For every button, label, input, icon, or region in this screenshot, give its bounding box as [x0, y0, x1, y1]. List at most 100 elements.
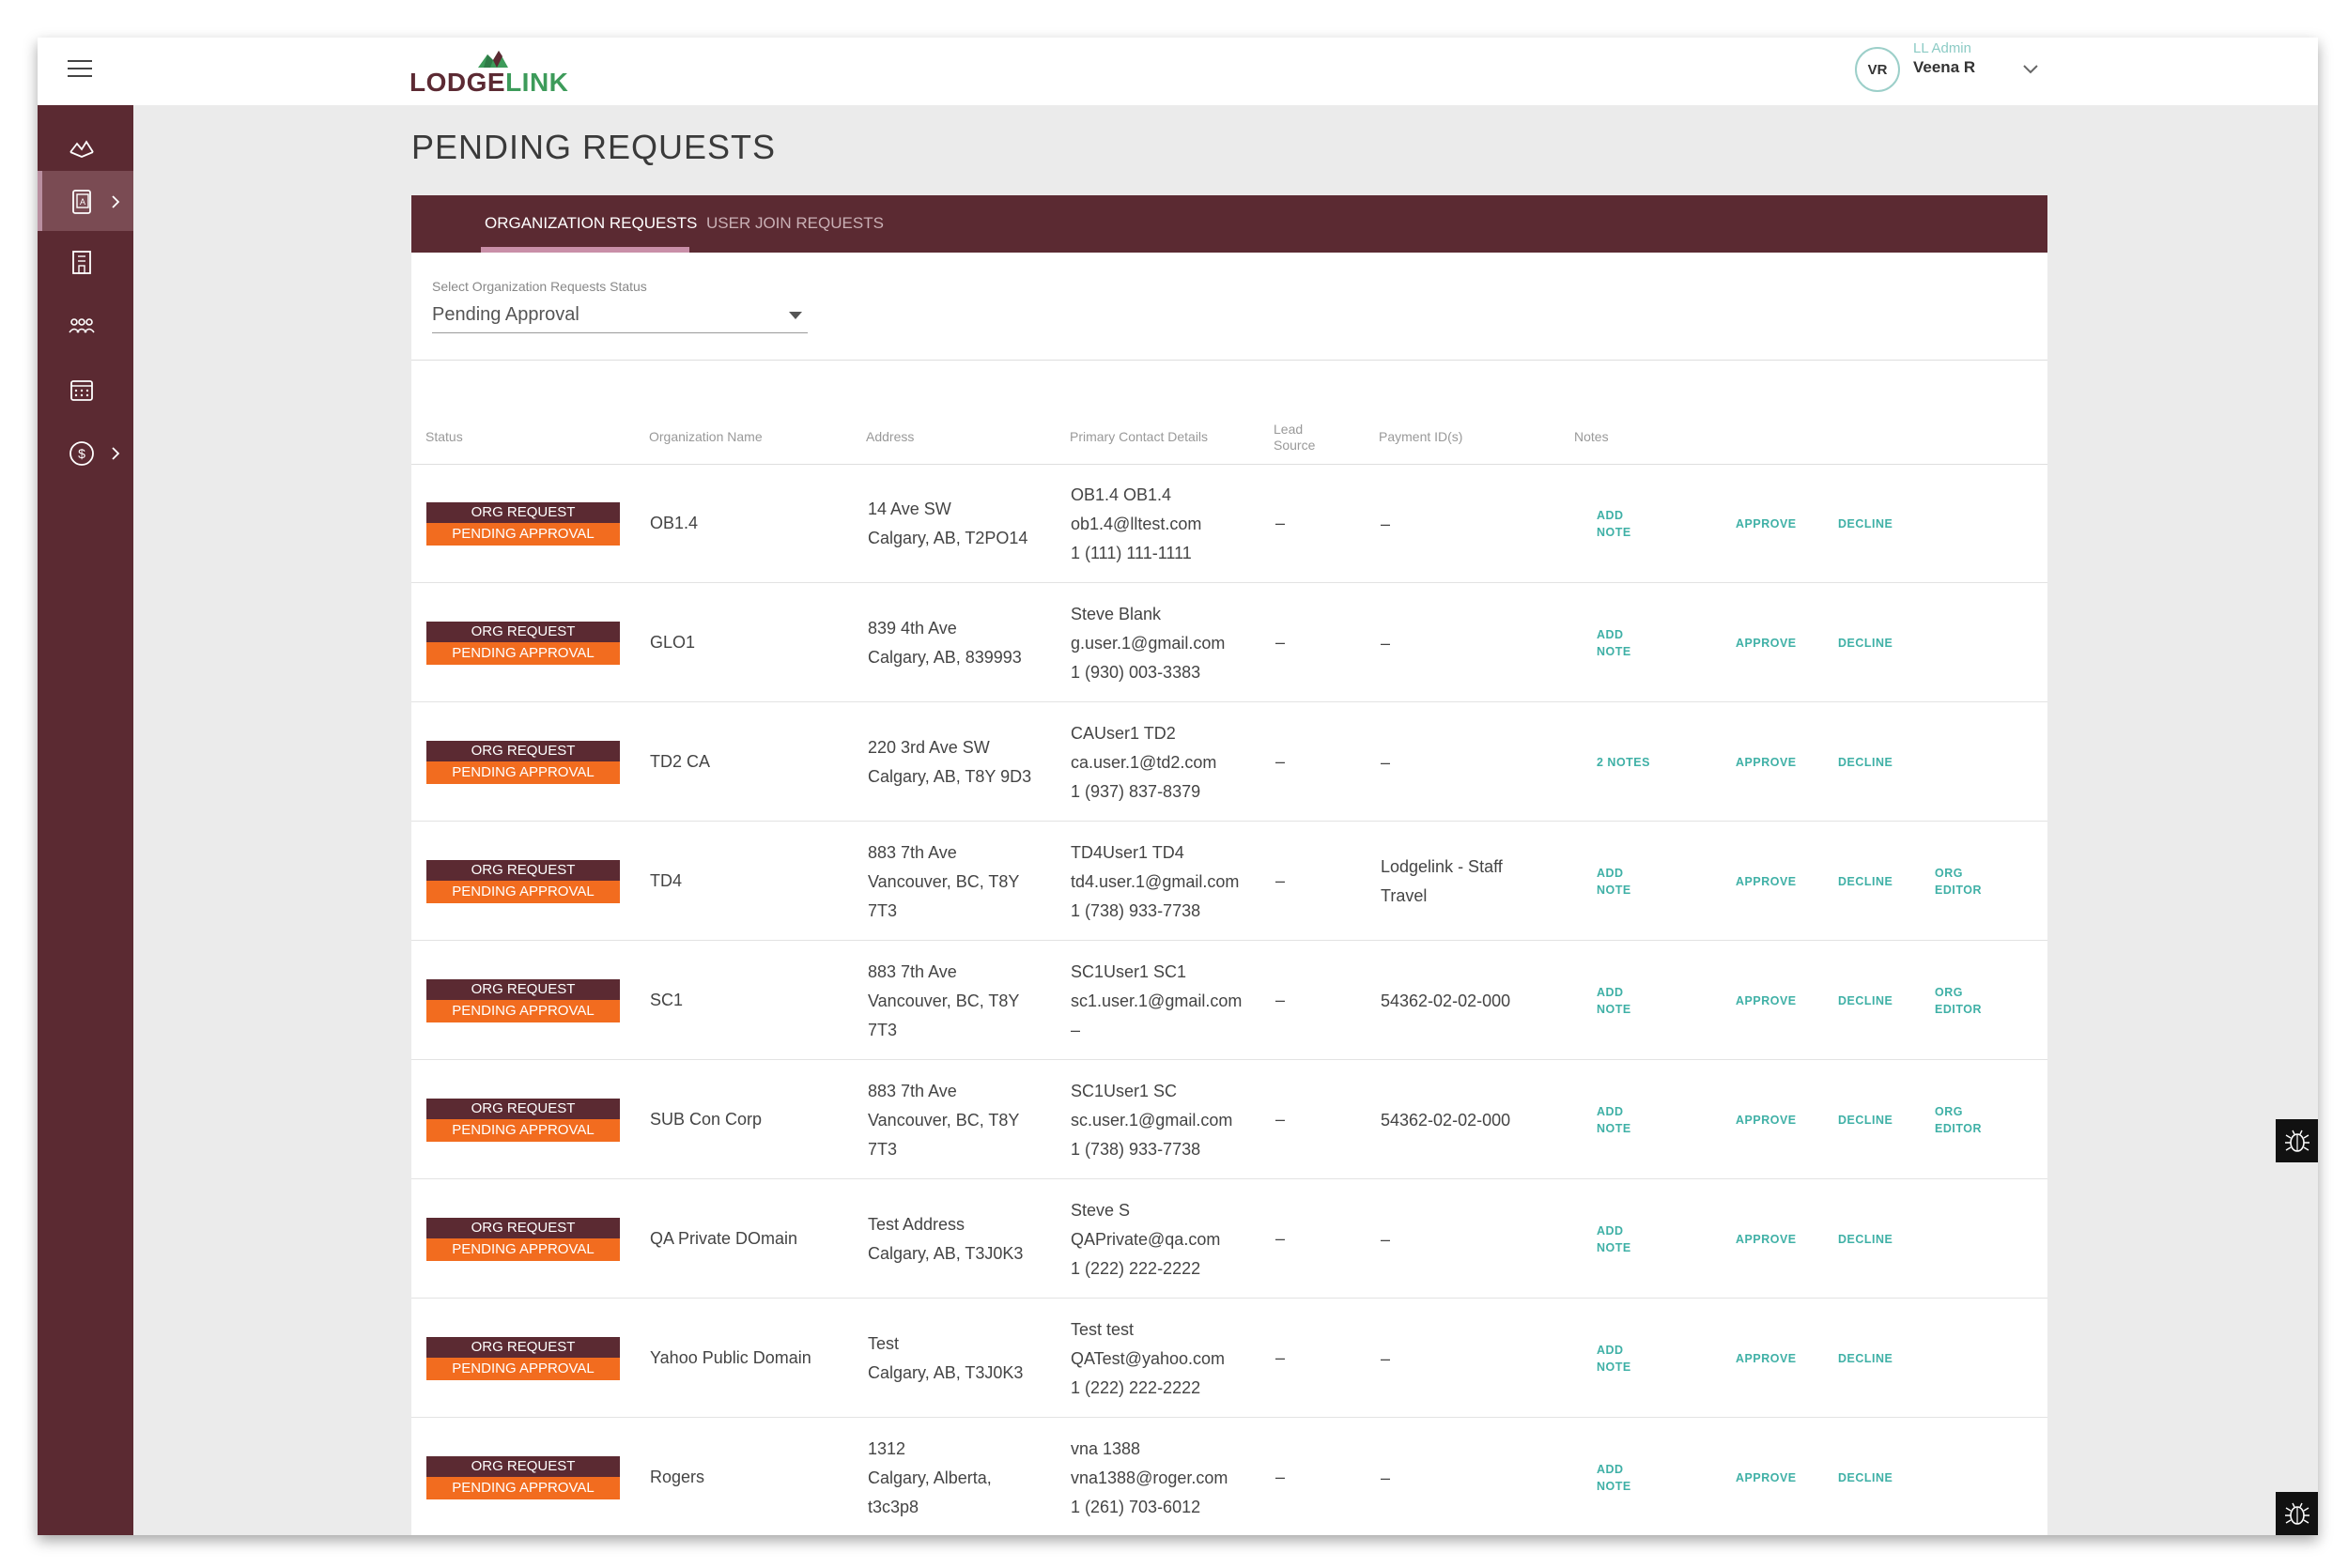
avatar[interactable]: VR [1855, 47, 1900, 92]
lodgelink-logo[interactable]: LODGELINK [409, 47, 568, 100]
status-badge-type: ORG REQUEST [426, 741, 620, 761]
decline-button[interactable]: DECLINE [1838, 873, 1892, 890]
lead-source: – [1275, 991, 1286, 1009]
approve-button[interactable]: APPROVE [1736, 1350, 1797, 1367]
col-header-payment: Payment ID(s) [1379, 429, 1463, 444]
logo-text-lodge: LODGE [409, 68, 506, 97]
org-editor-button[interactable]: ORG EDITOR [1935, 1103, 1982, 1137]
decline-button[interactable]: DECLINE [1838, 1350, 1892, 1367]
address-line: 839 4th Ave [868, 619, 957, 638]
org-name: TD2 CA [650, 752, 711, 771]
tab-user-join-requests[interactable]: USER JOIN REQUESTS [706, 214, 884, 233]
user-menu[interactable]: VR LL Admin Veena R [1855, 38, 2043, 105]
decline-button[interactable]: DECLINE [1838, 1231, 1892, 1248]
add-note-button-line: ADD [1597, 1105, 1624, 1118]
approve-button[interactable]: APPROVE [1736, 754, 1797, 771]
decline-button[interactable]: DECLINE [1838, 992, 1892, 1009]
address-line: 7T3 [868, 1139, 898, 1159]
add-note-button[interactable]: ADD NOTE [1597, 865, 1631, 899]
address-line: 14 Ave SW [868, 500, 951, 518]
approve-button[interactable]: APPROVE [1736, 1469, 1797, 1486]
address-line: Calgary, AB, T2PO14 [868, 529, 1028, 547]
status-badge-type: ORG REQUEST [426, 1337, 620, 1358]
table-row: ORG REQUEST PENDING APPROVAL SC1 883 7th Av… [411, 942, 2047, 1060]
payment-ids-line: Travel [1381, 886, 1428, 905]
approve-button[interactable]: APPROVE [1736, 1231, 1797, 1248]
approve-button[interactable]: APPROVE [1736, 635, 1797, 652]
status-badge-state: PENDING APPROVAL [426, 523, 620, 546]
requests-panel: ORGANIZATION REQUESTS USER JOIN REQUESTS… [411, 195, 2047, 1535]
contact-details-line: SC1User1 SC [1071, 1081, 1178, 1100]
org-name: SC1 [650, 991, 684, 1009]
add-note-button[interactable]: ADD NOTE [1597, 1222, 1631, 1256]
org-editor-button[interactable]: ORG EDITOR [1935, 865, 1982, 899]
status-badge: ORG REQUEST PENDING APPROVAL [426, 979, 620, 1022]
contact-details-line: 1 (937) 837-8379 [1071, 781, 1201, 801]
sidebar-item-billing[interactable]: $ [38, 423, 133, 483]
decline-button[interactable]: DECLINE [1838, 635, 1892, 652]
sidebar-item-users[interactable] [38, 295, 133, 355]
approve-button[interactable]: APPROVE [1736, 515, 1797, 532]
approve-button[interactable]: APPROVE [1736, 873, 1797, 890]
address-line: Calgary, AB, T8Y 9D3 [868, 767, 1032, 786]
org-editor-button[interactable]: ORG EDITOR [1935, 984, 1982, 1018]
address: 883 7th Ave Vancouver, BC, T8Y 7T3 [868, 1077, 1019, 1164]
bug-report-button[interactable] [2276, 1492, 2318, 1535]
decline-button[interactable]: DECLINE [1838, 754, 1892, 771]
row-divider [411, 701, 2047, 702]
approve-button[interactable]: APPROVE [1736, 992, 1797, 1009]
chevron-down-icon[interactable] [2020, 58, 2041, 79]
payment-ids-line: Lodgelink - Staff [1381, 857, 1503, 876]
approve-button[interactable]: APPROVE [1736, 1112, 1797, 1129]
contact-details-line: g.user.1@gmail.com [1071, 633, 1226, 653]
address-line: Vancouver, BC, T8Y [868, 991, 1020, 1010]
decline-button[interactable]: DECLINE [1838, 1112, 1892, 1129]
add-note-button[interactable]: ADD NOTE [1597, 507, 1631, 541]
table-row: ORG REQUEST PENDING APPROVAL QA Private DO… [411, 1180, 2047, 1299]
sidebar-item-requests[interactable]: A [38, 171, 133, 231]
org-name: TD4 [650, 871, 683, 890]
contact-details-line: Steve S [1071, 1200, 1131, 1220]
add-note-button[interactable]: ADD NOTE [1597, 1461, 1631, 1495]
org-editor-button-line: ORG [1935, 1105, 1963, 1118]
contact-details-line: 1 (930) 003-3383 [1071, 662, 1201, 682]
lead-source: – [1275, 1348, 1286, 1367]
contact-details: TD4User1 TD4 td4.user.1@gmail.com 1 (738) … [1071, 838, 1239, 926]
add-note-button-line: ADD [1597, 1463, 1624, 1476]
add-note-button[interactable]: ADD NOTE [1597, 984, 1631, 1018]
address-line: Test Address [868, 1215, 965, 1234]
decline-button[interactable]: DECLINE [1838, 1469, 1892, 1486]
status-filter-select[interactable]: Pending Approval [432, 299, 808, 333]
add-note-button[interactable]: ADD NOTE [1597, 1342, 1631, 1376]
contact-details-line: OB1.4 OB1.4 [1071, 484, 1172, 504]
top-header: LODGELINK VR LL Admin Veena R [38, 38, 2318, 105]
menu-icon[interactable] [68, 60, 92, 79]
status-badge-state: PENDING APPROVAL [426, 1119, 620, 1142]
sidebar-item-calendar[interactable] [38, 359, 133, 419]
contact-details-line: vna1388@roger.com [1071, 1468, 1228, 1487]
add-note-button[interactable]: ADD NOTE [1597, 1103, 1631, 1137]
address-line: 220 3rd Ave SW [868, 738, 990, 757]
view-notes-button[interactable]: 2 NOTES [1597, 754, 1650, 771]
address-line: 1312 [868, 1438, 906, 1458]
tab-organization-requests[interactable]: ORGANIZATION REQUESTS [485, 214, 697, 233]
row-divider [411, 1417, 2047, 1418]
sidebar-item-lodges[interactable] [38, 116, 133, 177]
address-line: Calgary, AB, T3J0K3 [868, 1363, 1024, 1382]
col-header-address: Address [866, 429, 915, 444]
table-row: ORG REQUEST PENDING APPROVAL TD2 CA 220 3rd… [411, 703, 2047, 822]
payment-ids: – [1381, 510, 1390, 539]
org-editor-button-line: ORG [1935, 986, 1963, 999]
status-badge: ORG REQUEST PENDING APPROVAL [426, 860, 620, 903]
decline-button[interactable]: DECLINE [1838, 515, 1892, 532]
address-line: 883 7th Ave [868, 842, 957, 862]
add-note-button[interactable]: ADD NOTE [1597, 626, 1631, 660]
payment-ids-line: – [1381, 1348, 1391, 1368]
requests-icon: A [72, 190, 91, 214]
bug-report-button[interactable] [2276, 1119, 2318, 1162]
sidebar-item-properties[interactable] [38, 231, 133, 291]
org-editor-button-line: EDITOR [1935, 884, 1982, 897]
col-header-org-name: Organization Name [649, 429, 763, 444]
address-line: Calgary, AB, T3J0K3 [868, 1244, 1024, 1263]
users-icon [69, 318, 95, 333]
